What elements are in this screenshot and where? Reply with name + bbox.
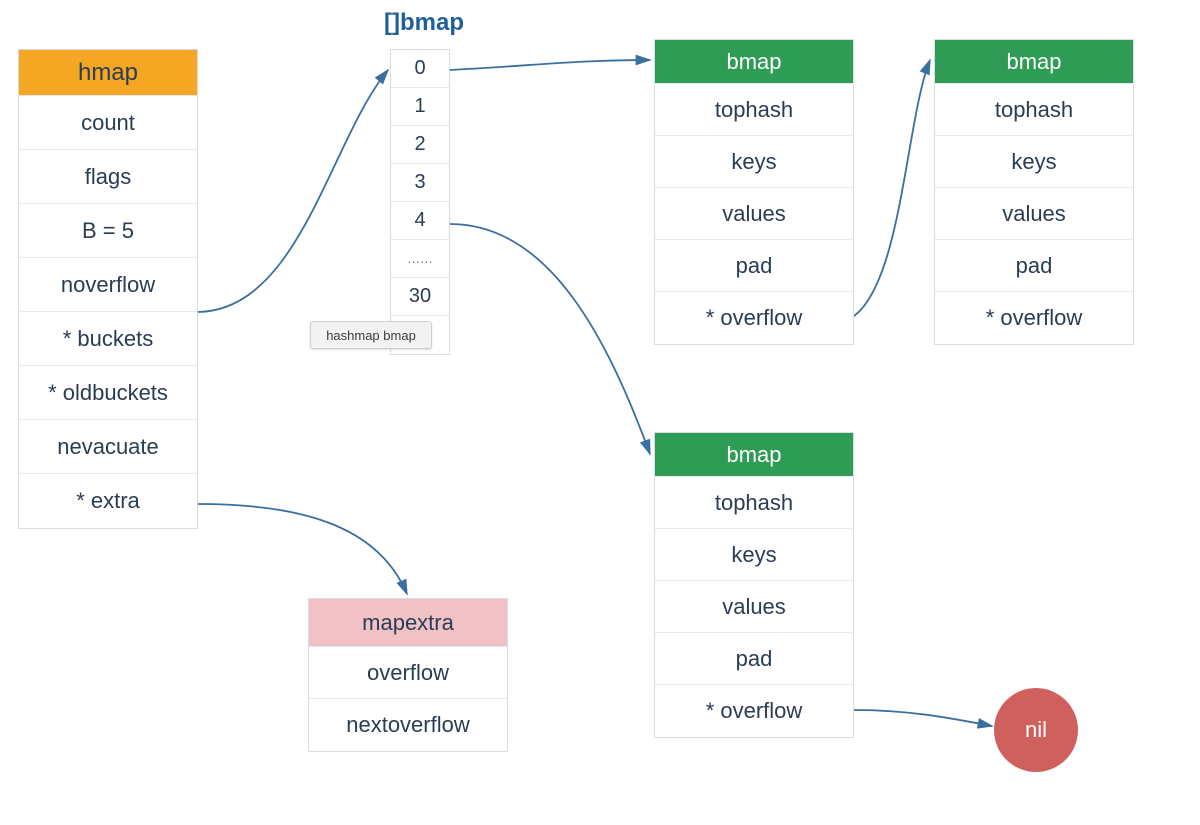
arrow-extra-to-mapextra <box>198 504 407 594</box>
bmap3-values: values <box>655 581 853 633</box>
hmap-field-B: B = 5 <box>19 204 197 258</box>
bmap1-tophash: tophash <box>655 84 853 136</box>
bmap-array-2: 2 <box>391 126 449 164</box>
bmap-array-ellipsis: …… <box>391 240 449 278</box>
bmap3-overflow: * overflow <box>655 685 853 737</box>
bmap-struct-2: bmap tophash keys values pad * overflow <box>934 39 1134 345</box>
bmap2-keys: keys <box>935 136 1133 188</box>
hmap-field-extra: * extra <box>19 474 197 528</box>
bmap-array-label: []bmap <box>384 9 464 37</box>
mapextra-nextoverflow: nextoverflow <box>309 699 507 751</box>
bmap-array-1: 1 <box>391 88 449 126</box>
bmap-array-30: 30 <box>391 278 449 316</box>
bmap-struct-3: bmap tophash keys values pad * overflow <box>654 432 854 738</box>
hmap-field-oldbuckets: * oldbuckets <box>19 366 197 420</box>
arrow-bmap3-overflow-to-nil <box>854 710 992 726</box>
mapextra-header: mapextra <box>309 599 507 647</box>
bmap1-values: values <box>655 188 853 240</box>
bmap3-tophash: tophash <box>655 477 853 529</box>
hmap-field-buckets: * buckets <box>19 312 197 366</box>
bmap3-pad: pad <box>655 633 853 685</box>
bmap1-keys: keys <box>655 136 853 188</box>
bmap3-keys: keys <box>655 529 853 581</box>
hmap-field-nevacuate: nevacuate <box>19 420 197 474</box>
mapextra-overflow: overflow <box>309 647 507 699</box>
bmap-array-0: 0 <box>391 50 449 88</box>
bmap1-pad: pad <box>655 240 853 292</box>
bmap-array: 0 1 2 3 4 …… 30 31 <box>390 49 450 355</box>
bmap2-overflow: * overflow <box>935 292 1133 344</box>
hmap-header: hmap <box>19 50 197 96</box>
bmap2-tophash: tophash <box>935 84 1133 136</box>
hmap-field-noverflow: noverflow <box>19 258 197 312</box>
bmap1-header: bmap <box>655 40 853 84</box>
hmap-field-flags: flags <box>19 150 197 204</box>
hmap-field-count: count <box>19 96 197 150</box>
arrow-bmap1-overflow-to-bmap2 <box>854 60 930 316</box>
bmap-struct-1: bmap tophash keys values pad * overflow <box>654 39 854 345</box>
diagram-stage: hmap count flags B = 5 noverflow * bucke… <box>0 0 1200 825</box>
arrow-arr0-to-bmap1 <box>450 60 650 70</box>
bmap3-header: bmap <box>655 433 853 477</box>
mapextra-struct: mapextra overflow nextoverflow <box>308 598 508 752</box>
hmap-struct: hmap count flags B = 5 noverflow * bucke… <box>18 49 198 529</box>
bmap2-header: bmap <box>935 40 1133 84</box>
bmap2-pad: pad <box>935 240 1133 292</box>
bmap1-overflow: * overflow <box>655 292 853 344</box>
tooltip-hashmap-bmap: hashmap bmap <box>310 321 432 349</box>
nil-node: nil <box>994 688 1078 772</box>
bmap2-values: values <box>935 188 1133 240</box>
bmap-array-4: 4 <box>391 202 449 240</box>
arrow-arr4-to-bmap3 <box>450 224 650 454</box>
arrow-buckets-to-array <box>198 70 388 312</box>
bmap-array-3: 3 <box>391 164 449 202</box>
